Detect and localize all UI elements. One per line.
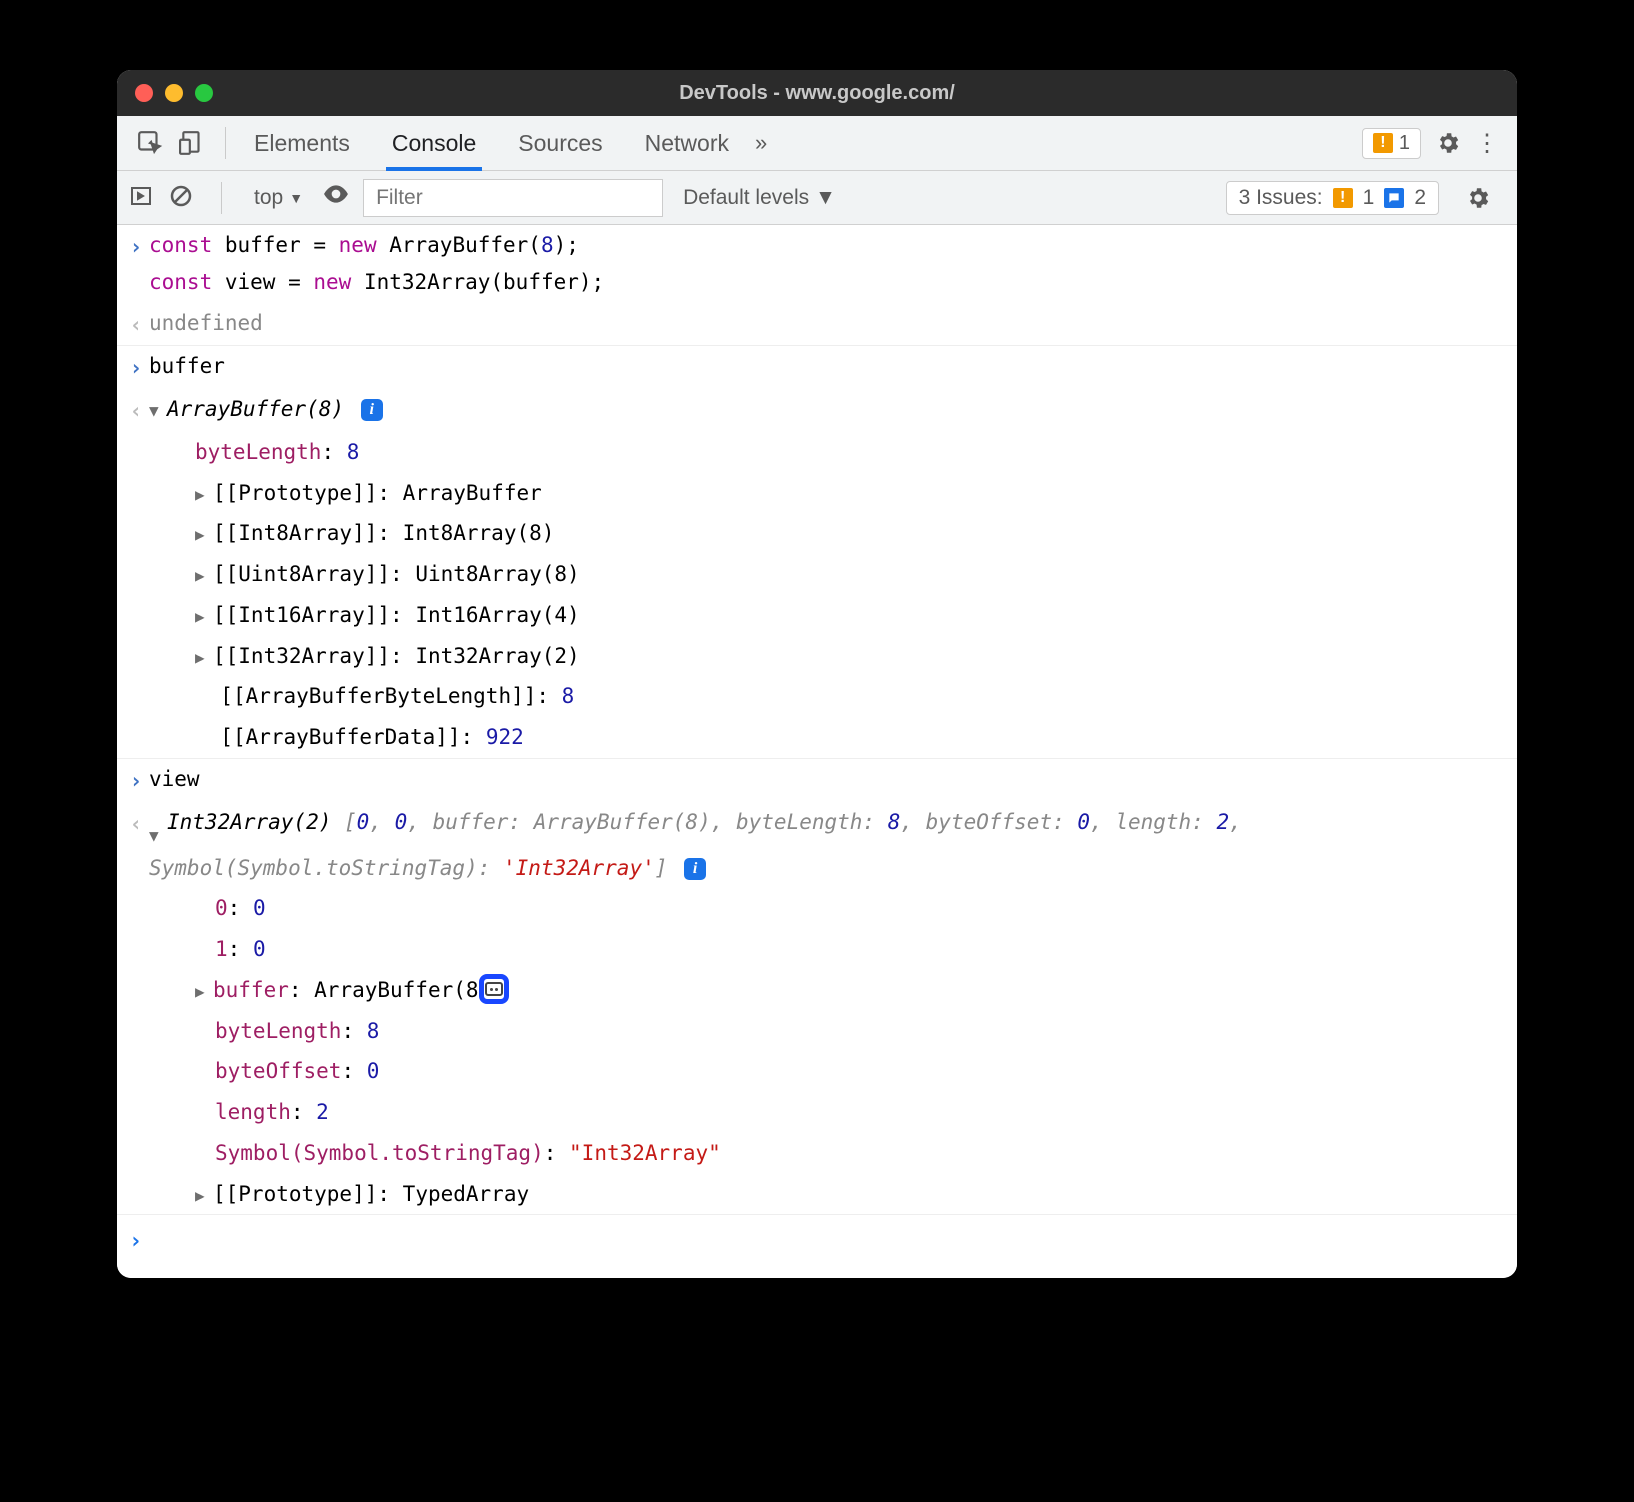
issues-warn-count: 1 (1363, 186, 1375, 210)
more-menu-icon[interactable]: ⋮ (1475, 129, 1499, 158)
object-property-row[interactable]: byteLength: 8 (117, 432, 1517, 473)
object-property-row[interactable]: ▶[[Int16Array]]: Int16Array(4) (117, 595, 1517, 636)
output-marker-icon (123, 804, 149, 887)
live-expression-icon[interactable] (323, 184, 351, 212)
warning-icon: ! (1333, 188, 1353, 208)
main-toolbar: Elements Console Sources Network » ! 1 ⋮ (117, 116, 1517, 171)
issues-summary[interactable]: 3 Issues: ! 1 2 (1226, 181, 1439, 215)
console-output-row: undefined (117, 303, 1517, 347)
warning-icon: ! (1373, 133, 1393, 153)
triangle-right-icon[interactable]: ▶ (195, 481, 213, 509)
clear-console-icon[interactable] (169, 184, 197, 212)
object-property-row[interactable]: [[ArrayBufferData]]: 922 (117, 717, 1517, 759)
more-tabs-icon[interactable]: » (755, 130, 767, 156)
triangle-right-icon[interactable]: ▶ (195, 562, 213, 590)
panel-tabs: Elements Console Sources Network (248, 116, 735, 171)
triangle-down-icon[interactable]: ▼ (149, 397, 167, 425)
object-property-row[interactable]: 0: 0 (117, 888, 1517, 929)
object-property-row[interactable]: ▶[[Prototype]]: ArrayBuffer (117, 473, 1517, 514)
code-line: buffer (149, 348, 1505, 387)
output-marker-icon (123, 391, 149, 430)
tab-console[interactable]: Console (386, 116, 482, 171)
console-toolbar: top ▼ Default levels ▼ 3 Issues: ! 1 2 (117, 171, 1517, 225)
object-property-row[interactable]: 1: 0 (117, 929, 1517, 970)
issues-label: 3 Issues: (1239, 186, 1323, 210)
object-property-row[interactable]: byteOffset: 0 (117, 1051, 1517, 1092)
object-property-row[interactable]: Symbol(Symbol.toStringTag): "Int32Array" (117, 1133, 1517, 1174)
console-input-row[interactable]: buffer (117, 346, 1517, 389)
input-marker-icon (123, 348, 149, 387)
triangle-right-icon[interactable]: ▶ (195, 521, 213, 549)
console-output: const buffer = new ArrayBuffer(8);const … (117, 225, 1517, 1278)
divider (225, 127, 226, 159)
input-marker-icon (123, 761, 149, 800)
filter-input[interactable] (363, 179, 663, 217)
object-property-row[interactable]: ▶[[Int32Array]]: Int32Array(2) (117, 636, 1517, 677)
fullscreen-window-button[interactable] (195, 84, 213, 102)
context-label: top (254, 186, 283, 210)
input-marker-icon (123, 227, 149, 301)
tab-network[interactable]: Network (639, 116, 735, 171)
info-icon[interactable]: i (684, 858, 706, 880)
titlebar: DevTools - www.google.com/ (117, 70, 1517, 116)
object-property-row[interactable]: ▶[[Uint8Array]]: Uint8Array(8) (117, 554, 1517, 595)
issue-count: 1 (1399, 132, 1410, 155)
divider (221, 182, 222, 214)
object-property-row[interactable]: ▶[[Int8Array]]: Int8Array(8) (117, 513, 1517, 554)
tab-sources[interactable]: Sources (512, 116, 608, 171)
memory-inspector-icon[interactable] (479, 974, 509, 1004)
context-selector[interactable]: top ▼ (246, 182, 311, 214)
object-property-row[interactable]: byteLength: 8 (117, 1011, 1517, 1052)
triangle-right-icon[interactable]: ▶ (195, 1182, 213, 1210)
device-toolbar-icon[interactable] (177, 128, 207, 158)
settings-gear-icon[interactable] (1435, 130, 1461, 156)
triangle-right-icon[interactable]: ▶ (195, 978, 213, 1006)
window-controls (135, 84, 213, 102)
inspect-element-icon[interactable] (135, 128, 165, 158)
triangle-down-icon[interactable]: ▼ (149, 822, 167, 850)
console-output-row[interactable]: ▼ArrayBuffer(8) i (117, 389, 1517, 432)
triangle-right-icon[interactable]: ▶ (195, 644, 213, 672)
code-line: view (149, 761, 1505, 800)
window-title: DevTools - www.google.com/ (679, 82, 955, 105)
object-header: ▼ArrayBuffer(8) i (149, 391, 1505, 430)
minimize-window-button[interactable] (165, 84, 183, 102)
code-line: const buffer = new ArrayBuffer(8);const … (149, 227, 1505, 301)
info-icon (1384, 188, 1404, 208)
output-marker-icon (123, 305, 149, 344)
toggle-sidebar-icon[interactable] (129, 184, 157, 212)
info-icon[interactable]: i (361, 399, 383, 421)
console-input-row[interactable]: const buffer = new ArrayBuffer(8);const … (117, 225, 1517, 303)
undefined-output: undefined (149, 305, 1505, 344)
chevron-down-icon: ▼ (815, 186, 836, 210)
devtools-window: DevTools - www.google.com/ Elements Cons… (117, 70, 1517, 1278)
object-property-row[interactable]: ▶buffer: ArrayBuffer(8 (117, 970, 1517, 1011)
console-settings-gear-icon[interactable] (1465, 185, 1491, 211)
object-property-row[interactable]: ▶[[Prototype]]: TypedArray (117, 1174, 1517, 1216)
issues-info-count: 2 (1414, 186, 1426, 210)
log-levels-selector[interactable]: Default levels ▼ (683, 186, 836, 210)
triangle-right-icon[interactable]: ▶ (195, 603, 213, 631)
object-property-row[interactable]: length: 2 (117, 1092, 1517, 1133)
console-prompt[interactable]: › (117, 1215, 1517, 1270)
chevron-down-icon: ▼ (289, 190, 303, 206)
issue-badge[interactable]: ! 1 (1362, 128, 1421, 159)
close-window-button[interactable] (135, 84, 153, 102)
object-header: ▼Int32Array(2) [0, 0, buffer: ArrayBuffe… (149, 804, 1505, 887)
levels-label: Default levels (683, 186, 809, 210)
console-input-row[interactable]: view (117, 759, 1517, 802)
object-property-row[interactable]: [[ArrayBufferByteLength]]: 8 (117, 676, 1517, 717)
tab-elements[interactable]: Elements (248, 116, 356, 171)
console-output-row[interactable]: ▼Int32Array(2) [0, 0, buffer: ArrayBuffe… (117, 802, 1517, 889)
